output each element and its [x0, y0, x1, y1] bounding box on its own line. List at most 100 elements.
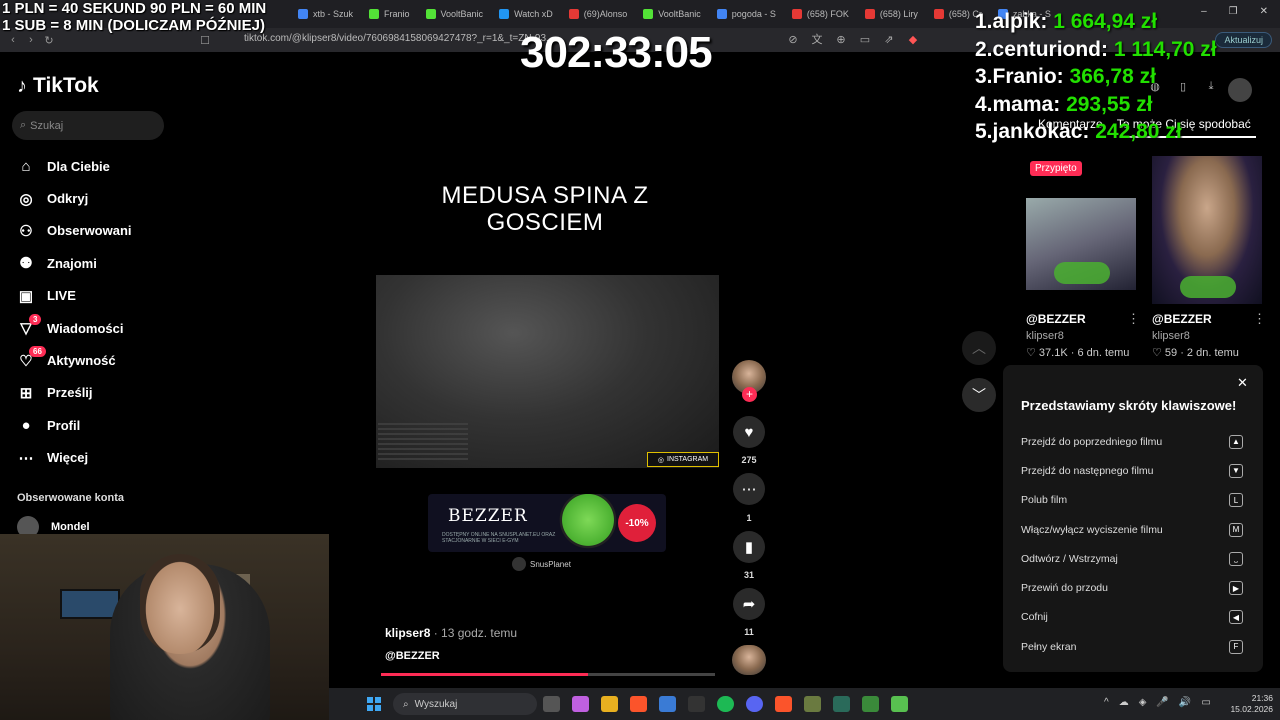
sidebar-nav: ⌂ Dla Ciebie ◎ Odkryj ⚇ Obserwowani ⚉ Znajomi ▣ L… [17, 150, 132, 474]
chevron-up-icon[interactable]: ^ [1104, 697, 1109, 708]
cloud-icon[interactable]: ☁ [1119, 697, 1129, 708]
more-options-icon[interactable]: ⋮ [1253, 311, 1266, 327]
video-player[interactable] [376, 275, 719, 468]
reload-icon[interactable]: ↻ [40, 34, 58, 47]
browser-tab[interactable]: VooltBanic [418, 0, 492, 28]
obs-icon[interactable] [688, 696, 705, 712]
file-explorer-icon[interactable] [601, 696, 618, 712]
tab-favicon-icon [864, 9, 875, 19]
mic-icon[interactable]: 🎤 [1156, 697, 1168, 708]
app-icon[interactable] [833, 696, 850, 712]
zoom-icon[interactable]: ⊕ [834, 33, 848, 46]
tab-favicon-icon [568, 9, 579, 19]
browser-tab[interactable]: Franio [361, 0, 418, 28]
follow-plus-icon[interactable]: + [742, 387, 757, 402]
previous-video-chevron-up-icon[interactable]: ︿ [962, 331, 996, 365]
user-avatar[interactable] [1228, 78, 1252, 102]
back-icon[interactable]: ‹ [4, 34, 22, 46]
donation-rule-line: 1 PLN = 40 SEKUND 90 PLN = 60 MIN [2, 0, 267, 17]
search-icon: ⌕ [403, 698, 409, 710]
copilot-icon[interactable] [572, 696, 589, 712]
sidebar-item[interactable]: ⊞ Prześlij [17, 377, 132, 409]
browser-tab[interactable]: VooltBanic [635, 0, 709, 28]
music-disc-avatar[interactable] [732, 645, 766, 675]
sidebar-item[interactable]: ♡ Aktywność 66 [17, 344, 132, 376]
search-input[interactable]: ⌕ Szukaj [12, 111, 164, 140]
video-description[interactable]: @BEZZER [385, 650, 440, 662]
mute-icon[interactable]: ⊘ [786, 33, 800, 46]
shortcut-label: Cofnij [1021, 611, 1048, 624]
leaderboard-row: 1.alpik: 1 664,94 zł [975, 8, 1217, 36]
sidebar-item[interactable]: ⚉ Znajomi [17, 247, 132, 279]
shortcuts-panel: ✕ Przedstawiamy skróty klawiszowe! Przej… [1003, 365, 1263, 672]
comment-icon[interactable]: ⋯ [733, 473, 765, 505]
more-options-icon[interactable]: ⋮ [1127, 311, 1140, 327]
app-icon[interactable] [891, 696, 908, 712]
tiktok-logo-text: TikTok [33, 74, 99, 97]
shortcut-key: L [1229, 493, 1243, 508]
taskbar-search-input[interactable]: ⌕ Wyszukaj [393, 693, 537, 715]
video-author[interactable]: klipser8 [385, 626, 430, 640]
shortcut-row: Włącz/wyłącz wyciszenie filmu M [1021, 515, 1243, 544]
browser-tab[interactable]: (658) Liry [857, 0, 926, 28]
bookmark-icon[interactable]: ☐ [196, 34, 214, 47]
video-card-meta[interactable]: @BEZZER klipser8 ♡ 37.1K · 6 dn. temu [1026, 312, 1129, 359]
translate-icon[interactable]: 文 [810, 31, 824, 47]
close-icon[interactable]: ✕ [1260, 6, 1268, 17]
browser-tab[interactable]: pogoda - S [709, 0, 784, 28]
donation-leaderboard: 1.alpik: 1 664,94 zł 2.centuriond: 1 114,… [975, 8, 1217, 146]
update-button[interactable]: Aktualizuj [1215, 32, 1272, 48]
maximize-icon[interactable]: ❐ [1229, 6, 1238, 17]
brave-shield-icon[interactable]: ◆ [906, 33, 920, 46]
windows-start-icon[interactable] [367, 697, 381, 711]
video-progress-bar[interactable] [381, 673, 715, 676]
forward-icon[interactable]: › [22, 34, 40, 46]
sidebar-item[interactable]: ● Profil [17, 409, 132, 441]
shortcut-key: ▼ [1229, 463, 1243, 478]
video-thumbnail[interactable] [1152, 156, 1262, 304]
share-icon[interactable]: ➦ [733, 588, 765, 620]
leaderboard-name: 4.mama: [975, 92, 1061, 116]
sidebar-item-label: Dla Ciebie [47, 158, 110, 174]
bookmark-icon[interactable]: ▮ [733, 531, 765, 563]
video-time: · 13 godz. temu [433, 626, 518, 640]
browser-tab[interactable]: Watch xD [491, 0, 561, 28]
volume-icon[interactable]: 🔊 [1179, 697, 1191, 708]
video-card-meta[interactable]: @BEZZER klipser8 ♡ 59 · 2 dn. temu [1152, 312, 1239, 359]
browser-tab[interactable]: (69)Alonso [561, 0, 636, 28]
brave-icon[interactable] [775, 696, 792, 712]
task-view-icon[interactable] [543, 696, 560, 712]
shortcut-label: Przejdź do poprzedniego filmu [1021, 435, 1163, 448]
friends-icon: ⚉ [19, 255, 33, 273]
taskbar-search-placeholder: Wyszukaj [414, 698, 458, 710]
video-thumbnail[interactable] [1026, 198, 1136, 290]
sidebar-item-label: Profil [47, 417, 81, 433]
app-icon[interactable] [804, 696, 821, 712]
sidebar-item[interactable]: ⌂ Dla Ciebie [17, 150, 132, 182]
brave-icon[interactable] [630, 696, 647, 712]
sidebar-item[interactable]: ⚇ Obserwowani [17, 215, 131, 247]
taskbar-clock[interactable]: 21:36 15.02.2026 [1209, 693, 1273, 715]
instagram-tag-label: INSTAGRAM [667, 456, 709, 463]
browser-tab-label: pogoda - S [731, 9, 776, 19]
screen-icon[interactable]: ▭ [858, 33, 872, 46]
share-icon[interactable]: ⇗ [882, 33, 896, 46]
spotify-icon[interactable] [717, 696, 734, 712]
discord-icon[interactable] [746, 696, 763, 712]
store-icon[interactable] [659, 696, 676, 712]
tiktok-logo[interactable]: ♪ TikTok [17, 74, 99, 98]
url-field[interactable]: tiktok.com/@klipser8/video/7606984158069… [244, 33, 554, 44]
sidebar-item[interactable]: ▽ Wiadomości 3 [17, 312, 132, 344]
network-icon[interactable]: ◈ [1139, 697, 1147, 708]
close-icon[interactable]: ✕ [1237, 375, 1248, 391]
browser-tab[interactable]: xtb - Szuk [290, 0, 361, 28]
app-icon[interactable] [862, 696, 879, 712]
next-video-chevron-down-icon[interactable]: ﹀ [962, 378, 996, 412]
sidebar-item[interactable]: ◎ Odkryj [17, 182, 132, 214]
like-icon[interactable]: ♥ [733, 416, 765, 448]
sidebar-item[interactable]: ▣ LIVE [17, 280, 132, 312]
like-count: 275 [741, 455, 757, 465]
thumbnail-bezzer-logo [1054, 262, 1110, 284]
browser-tab[interactable]: (658) FOK [784, 0, 857, 28]
sidebar-item[interactable]: ⋯ Więcej [17, 442, 132, 474]
